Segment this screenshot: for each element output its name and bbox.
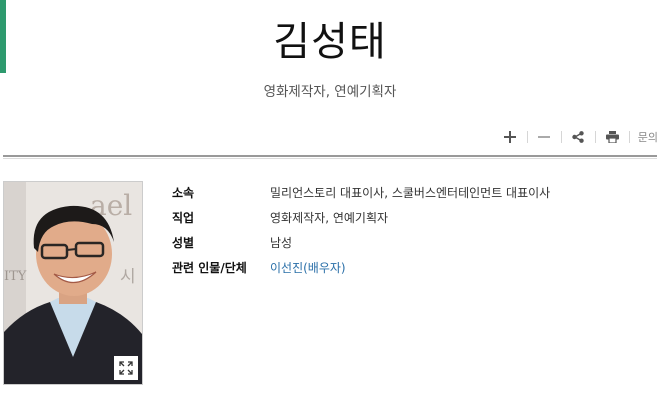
info-row-related: 관련 인물/단체 이선진(배우자): [172, 255, 550, 280]
info-value: 남성: [270, 236, 293, 250]
info-value: 영화제작자, 연예기획자: [270, 211, 389, 225]
info-label: 직업: [172, 211, 195, 225]
inquiry-link[interactable]: 문의: [630, 129, 658, 145]
toolbar: 문의: [494, 127, 658, 147]
print-icon: [605, 131, 619, 143]
minus-icon: [538, 136, 551, 138]
share-button[interactable]: [562, 127, 595, 147]
expand-icon: [119, 361, 133, 375]
backdrop-text-3: 시: [120, 267, 136, 287]
info-row-gender: 성별 남성: [172, 230, 550, 255]
share-icon: [572, 131, 584, 143]
zoom-in-button[interactable]: [494, 127, 527, 147]
section-divider: [3, 155, 657, 157]
related-person-link[interactable]: 이선진(배우자): [270, 259, 346, 276]
info-label: 성별: [172, 236, 195, 250]
info-label: 관련 인물/단체: [172, 261, 247, 275]
info-label: 소속: [172, 186, 195, 200]
profile-photo[interactable]: ael ITY 시: [3, 181, 143, 385]
plus-icon: [504, 131, 517, 143]
print-button[interactable]: [596, 127, 629, 147]
info-value: 밀리언스토리 대표이사, 스쿨버스엔터테인먼트 대표이사: [270, 186, 551, 200]
section-divider-light: [3, 158, 657, 159]
zoom-out-button[interactable]: [528, 127, 561, 147]
info-row-affiliation: 소속 밀리언스토리 대표이사, 스쿨버스엔터테인먼트 대표이사: [172, 180, 550, 205]
profile-info-table: 소속 밀리언스토리 대표이사, 스쿨버스엔터테인먼트 대표이사 직업 영화제작자…: [172, 180, 550, 280]
portrait-image: ael ITY 시: [4, 182, 142, 384]
info-row-occupation: 직업 영화제작자, 연예기획자: [172, 205, 550, 230]
page-title: 김성태: [273, 19, 387, 65]
expand-photo-button[interactable]: [114, 356, 138, 380]
backdrop-text-2: ITY: [4, 269, 27, 284]
page-subtitle: 영화제작자, 연예기획자: [263, 84, 397, 100]
